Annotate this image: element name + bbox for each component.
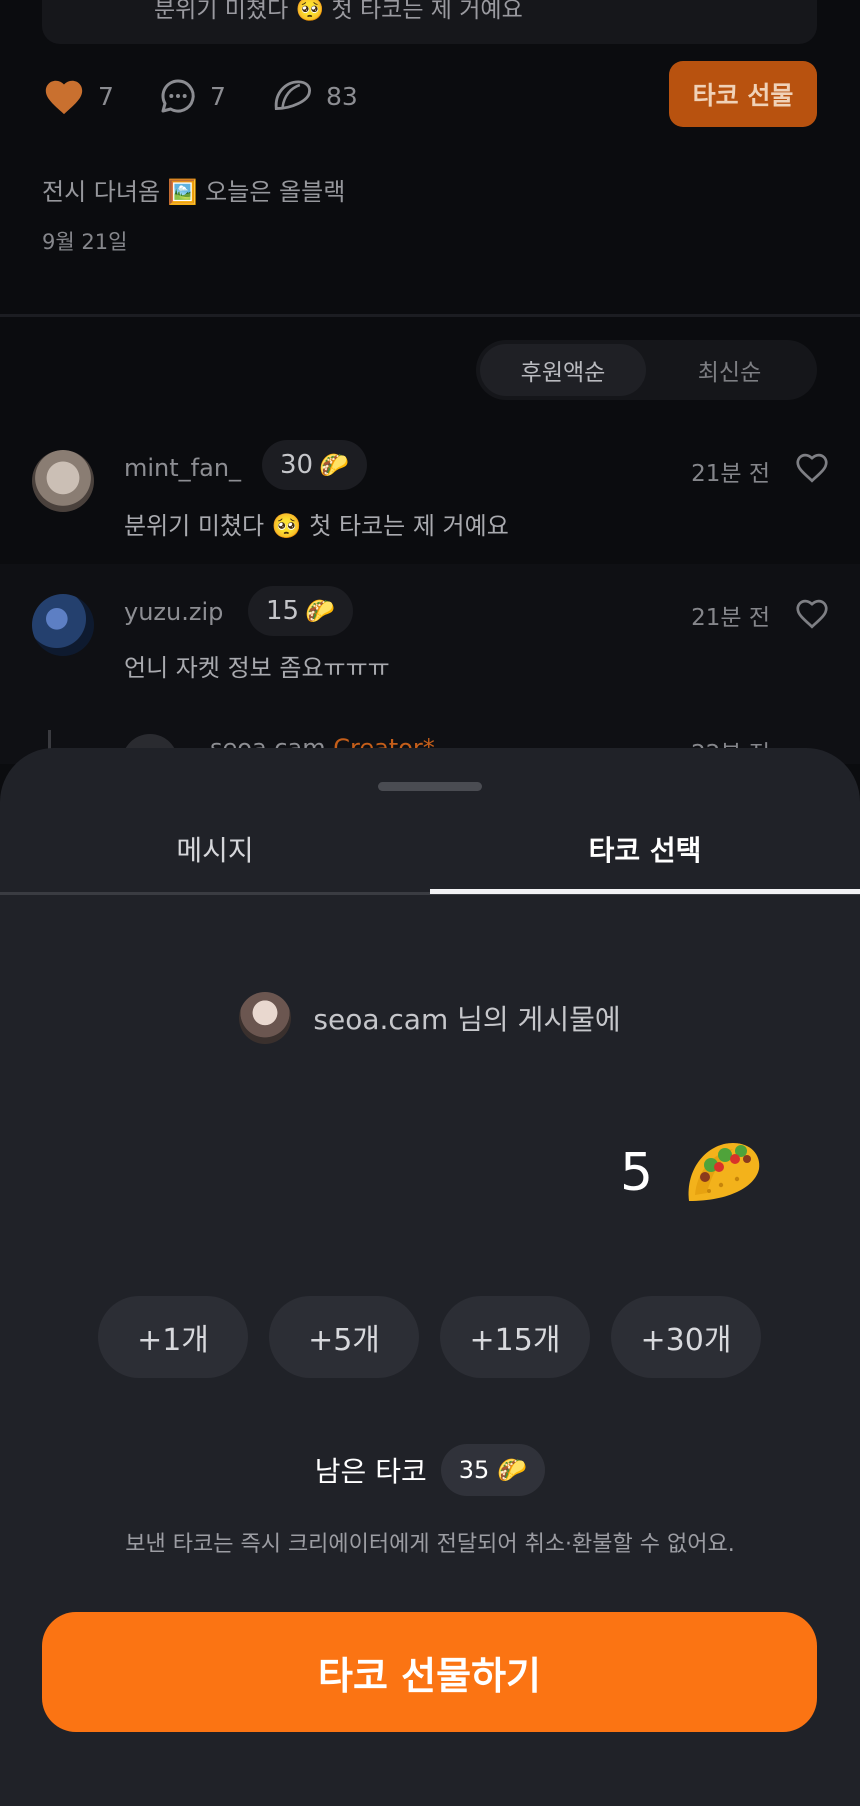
tab-taco-select[interactable]: 타코 선택 bbox=[430, 808, 860, 890]
post-date: 9월 21일 bbox=[42, 230, 128, 254]
gift-target: seoa.cam 님의 게시물에 bbox=[0, 992, 860, 1044]
target-username: seoa.cam bbox=[313, 1003, 449, 1036]
taco-badge-count: 30 bbox=[280, 450, 314, 480]
sheet-grabber[interactable] bbox=[378, 782, 482, 791]
taco-badge-count: 15 bbox=[266, 596, 300, 626]
comment-action[interactable]: 7 bbox=[158, 66, 226, 126]
comment-time: 21분 전 bbox=[691, 605, 770, 631]
post-caption: 전시 다녀옴 🖼️ 오늘은 올블랙 bbox=[42, 178, 346, 206]
add-1-button[interactable]: +1개 bbox=[98, 1296, 248, 1378]
like-count: 7 bbox=[98, 81, 114, 111]
remaining-count: 35 bbox=[458, 1456, 490, 1484]
remaining-label: 남은 타코 bbox=[314, 1455, 427, 1488]
taco-outline-icon bbox=[274, 80, 311, 110]
tab-indicator bbox=[430, 889, 860, 894]
taco-amount: 5 bbox=[620, 1143, 654, 1203]
taco-icon bbox=[688, 1143, 760, 1201]
taco-icon: 🌮 bbox=[319, 451, 349, 479]
taco-gift-button[interactable]: 타코 선물 bbox=[669, 61, 817, 127]
comment-icon bbox=[161, 79, 195, 113]
refund-notice: 보낸 타코는 즉시 크리에이터에게 전달되어 취소·환불할 수 없어요. bbox=[125, 1532, 735, 1557]
sort-option-latest[interactable]: 최신순 bbox=[646, 344, 813, 396]
remaining-tacos: 남은 타코 35 🌮 bbox=[0, 1444, 860, 1496]
tab-message[interactable]: 메시지 bbox=[0, 808, 430, 890]
taco-badge: 30 🌮 bbox=[262, 440, 367, 490]
taco-count: 83 bbox=[326, 81, 358, 111]
avatar[interactable] bbox=[32, 450, 94, 512]
avatar bbox=[239, 992, 292, 1044]
heart-icon bbox=[45, 80, 83, 115]
previous-comment-bubble: 분위기 미쳤다 🥺 첫 타코는 제 거예요 bbox=[42, 0, 817, 44]
taco-icon: 🌮 bbox=[497, 1456, 528, 1484]
comment-text: 언니 자켓 정보 좀요ㅠㅠㅠ bbox=[124, 654, 390, 682]
remaining-badge: 35 🌮 bbox=[440, 1444, 546, 1496]
send-taco-button[interactable]: 타코 선물하기 bbox=[42, 1612, 817, 1732]
sheet-tabs: 메시지 타코 선택 bbox=[0, 808, 860, 892]
avatar[interactable] bbox=[32, 594, 94, 656]
taco-gift-sheet: 메시지 타코 선택 seoa.cam 님의 게시물에 5 +1개 +5개 +15… bbox=[0, 748, 860, 1806]
taco-count-display: 5 bbox=[620, 1118, 765, 1228]
heart-outline-icon[interactable] bbox=[794, 596, 830, 632]
comment-time: 21분 전 bbox=[691, 461, 770, 487]
add-taco-buttons: +1개 +5개 +15개 +30개 bbox=[98, 1296, 762, 1378]
divider bbox=[0, 314, 860, 317]
add-5-button[interactable]: +5개 bbox=[269, 1296, 419, 1378]
comment-item: mint_fan_ 30 🌮 21분 전 분위기 미쳤다 🥺 첫 타코는 제 거… bbox=[0, 440, 860, 564]
taco-action[interactable]: 83 bbox=[270, 66, 358, 126]
add-30-button[interactable]: +30개 bbox=[611, 1296, 761, 1378]
comment-text: 분위기 미쳤다 🥺 첫 타코는 제 거예요 bbox=[124, 512, 509, 540]
like-action[interactable]: 7 bbox=[42, 66, 114, 126]
comment-item: yuzu.zip 15 🌮 21분 전 언니 자켓 정보 좀요ㅠㅠㅠ bbox=[0, 586, 860, 706]
taco-icon: 🌮 bbox=[305, 597, 335, 625]
comment-username[interactable]: mint_fan_ bbox=[124, 454, 241, 482]
post-actions: 7 7 83 타코 선물 bbox=[42, 61, 817, 127]
add-15-button[interactable]: +15개 bbox=[440, 1296, 590, 1378]
heart-outline-icon[interactable] bbox=[794, 450, 830, 486]
sort-option-donation[interactable]: 후원액순 bbox=[480, 344, 646, 396]
previous-comment-text: 분위기 미쳤다 🥺 첫 타코는 제 거예요 bbox=[154, 0, 523, 23]
comment-username[interactable]: yuzu.zip bbox=[124, 598, 223, 626]
target-suffix: 님의 게시물에 bbox=[448, 1003, 621, 1036]
taco-badge: 15 🌮 bbox=[248, 586, 353, 636]
comment-count: 7 bbox=[210, 81, 226, 111]
sort-toggle: 후원액순 최신순 bbox=[476, 340, 817, 400]
